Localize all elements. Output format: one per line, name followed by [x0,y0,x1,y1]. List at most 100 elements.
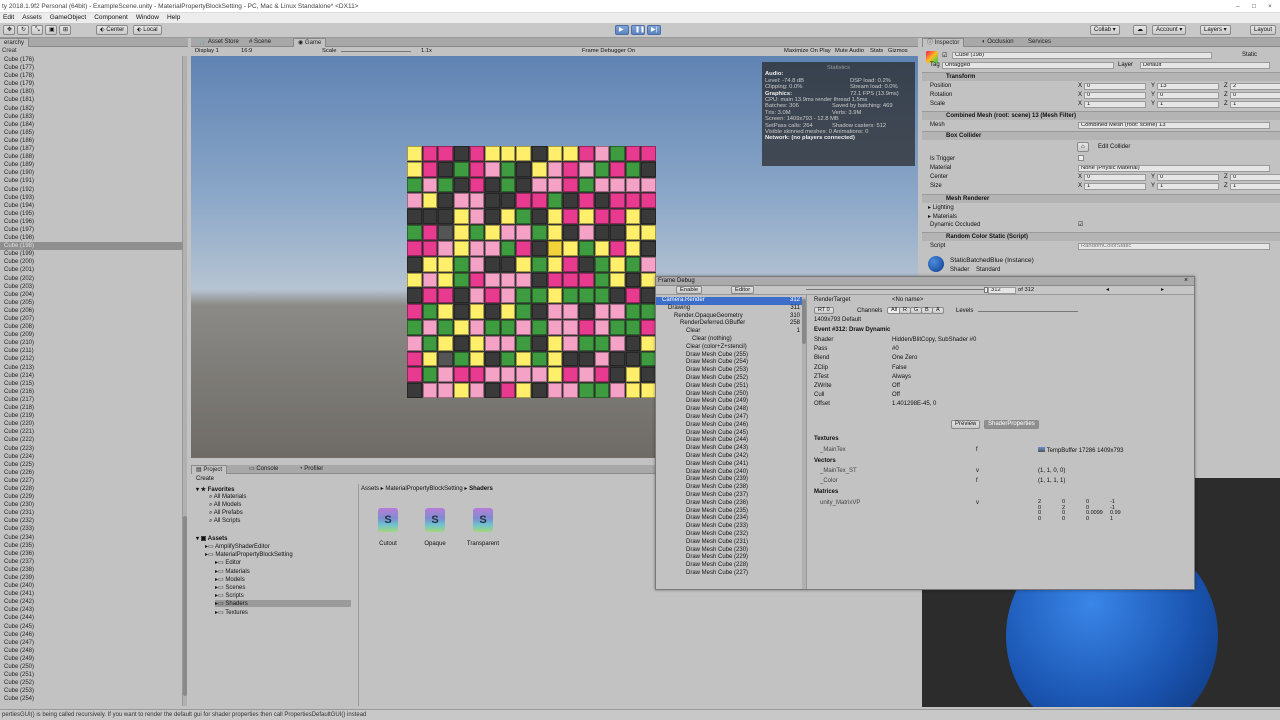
frame-event-row[interactable]: Draw Mesh Cube (228) [656,562,806,570]
frame-event-row[interactable]: Draw Mesh Cube (233) [656,523,806,531]
breadcrumb-shaders[interactable]: Shaders [469,486,493,492]
hierarchy-item[interactable]: Cube (220) [0,420,183,428]
display-dropdown[interactable]: Display 1 [195,48,219,54]
hierarchy-item[interactable]: Cube (197) [0,226,183,234]
frame-event-row[interactable]: Draw Mesh Cube (229) [656,554,806,562]
size-z-field[interactable]: 1 [1230,183,1280,190]
hierarchy-item[interactable]: Cube (234) [0,534,183,542]
mesh-field[interactable]: Combined Mesh (root: scene) 13 [1078,122,1270,129]
hierarchy-item[interactable]: Cube (179) [0,80,183,88]
hierarchy-item[interactable]: Cube (217) [0,396,183,404]
tab-inspector[interactable]: ⓘ Inspector [922,38,965,47]
object-name-field[interactable]: Cube (198) [952,52,1212,59]
rect-tool-icon[interactable]: ⊞ [59,25,71,35]
pos-x-field[interactable]: 0 [1084,83,1146,90]
hierarchy-item[interactable]: Cube (194) [0,202,183,210]
hierarchy-item[interactable]: Cube (198) [0,242,183,251]
frame-event-row[interactable]: Draw Mesh Cube (232) [656,531,806,539]
tab-project[interactable]: ▤ Project [191,465,228,474]
rot-z-field[interactable]: 0 [1230,92,1280,99]
hierarchy-item[interactable]: Cube (245) [0,623,183,631]
event-slider[interactable] [806,289,986,290]
layers-button[interactable]: Layers ▾ [1200,25,1231,35]
rotate-tool-icon[interactable]: ⤡ [31,25,43,35]
asset-folder[interactable]: ▸▭ Materials [215,568,250,575]
hierarchy-item[interactable]: Cube (176) [0,56,183,64]
frame-debug-close-icon[interactable]: × [1184,277,1188,284]
stats-toggle[interactable]: Stats [870,48,883,54]
tab-asset-store[interactable]: 🛒 Asset Store [195,38,243,47]
hierarchy-item[interactable]: Cube (224) [0,453,183,461]
hierarchy-item[interactable]: Cube (184) [0,121,183,129]
menu-component[interactable]: Component [91,13,133,23]
hierarchy-item[interactable]: Cube (244) [0,614,183,622]
menu-window[interactable]: Window [133,13,164,23]
hierarchy-item[interactable]: Cube (240) [0,582,183,590]
asset-folder[interactable]: ▸▭ AmplifyShaderEditor [205,543,270,550]
event-index-field[interactable]: 312 [988,287,1016,294]
hierarchy-item[interactable]: Cube (186) [0,137,183,145]
shader-properties-tab[interactable]: ShaderProperties [984,420,1039,429]
channel-b[interactable]: B [921,307,933,314]
hierarchy-item[interactable]: Cube (252) [0,679,183,687]
shader-file-icon[interactable]: S [425,508,445,532]
hierarchy-item[interactable]: Cube (205) [0,299,183,307]
move-tool-icon[interactable]: ↻ [17,25,29,35]
hierarchy-item[interactable]: Cube (222) [0,436,183,444]
rt-dropdown[interactable]: RT 0 [814,307,834,314]
hierarchy-item[interactable]: Cube (201) [0,266,183,274]
frame-event-row[interactable]: Draw Mesh Cube (241) [656,461,806,469]
hierarchy-item[interactable]: Cube (225) [0,461,183,469]
file-transparent[interactable]: Transparent [458,541,508,547]
file-cutout[interactable]: Cutout [363,541,413,547]
center-x-field[interactable]: 0 [1084,174,1146,181]
hierarchy-item[interactable]: Cube (202) [0,275,183,283]
tab-console[interactable]: ▭ Console [245,465,282,474]
minimize-icon[interactable]: – [1236,3,1240,10]
hierarchy-item[interactable]: Cube (193) [0,194,183,202]
frame-event-row[interactable]: Camera.Render 312 [656,297,806,305]
hierarchy-item[interactable]: Cube (214) [0,372,183,380]
hierarchy-item[interactable]: Cube (249) [0,655,183,663]
transform-header[interactable]: Transform [922,72,1280,81]
scale-slider[interactable] [341,51,411,52]
file-opaque[interactable]: Opaque [410,541,460,547]
pos-z-field[interactable]: 2 [1230,83,1280,90]
random-color-header[interactable]: Random Color Static (Script) [922,232,1280,241]
hierarchy-item[interactable]: Cube (213) [0,364,183,372]
frame-event-row[interactable]: Clear 1 [656,328,806,336]
close-icon[interactable]: × [1268,3,1272,10]
frame-event-row[interactable]: Draw Mesh Cube (254) [656,359,806,367]
hierarchy-item[interactable]: Cube (198) [0,234,183,242]
mute-audio-toggle[interactable]: Mute Audio [835,48,864,54]
frame-event-row[interactable]: Draw Mesh Cube (236) [656,500,806,508]
frame-event-row[interactable]: Draw Mesh Cube (239) [656,476,806,484]
pause-button[interactable]: ❚❚ [631,25,645,35]
favorite-item[interactable]: ⌕ All Scripts [209,518,240,525]
hierarchy-item[interactable]: Cube (246) [0,631,183,639]
materials-foldout[interactable]: ▸ Materials [928,213,957,220]
tab-occlusion[interactable]: ◐ Occlusion [978,38,1018,47]
enable-button[interactable]: Enable [676,286,703,294]
prev-event-icon[interactable]: ◂ [1106,286,1109,293]
project-create-button[interactable]: Create [196,476,214,482]
favorite-item[interactable]: ⌕ All Materials [209,494,246,501]
hierarchy-item[interactable]: Cube (227) [0,477,183,485]
hierarchy-item[interactable]: Cube (235) [0,542,183,550]
scl-x-field[interactable]: 1 [1084,101,1146,108]
frame-event-row[interactable]: Draw Mesh Cube (240) [656,469,806,477]
frame-event-row[interactable]: Draw Mesh Cube (242) [656,453,806,461]
hierarchy-item[interactable]: Cube (242) [0,598,183,606]
script-field[interactable]: RandomColorStatic [1078,243,1270,250]
frame-event-row[interactable]: Draw Mesh Cube (252) [656,375,806,383]
hierarchy-item[interactable]: Cube (204) [0,291,183,299]
hierarchy-item[interactable]: Cube (182) [0,105,183,113]
hierarchy-item[interactable]: Cube (183) [0,113,183,121]
breadcrumb-assets[interactable]: Assets [361,486,379,492]
asset-folder[interactable]: ▸▭ Models [215,576,245,583]
frame-event-row[interactable]: Draw Mesh Cube (250) [656,391,806,399]
hierarchy-item[interactable]: Cube (177) [0,64,183,72]
hierarchy-item[interactable]: Cube (199) [0,250,183,258]
hierarchy-item[interactable]: Cube (195) [0,210,183,218]
size-x-field[interactable]: 1 [1084,183,1146,190]
